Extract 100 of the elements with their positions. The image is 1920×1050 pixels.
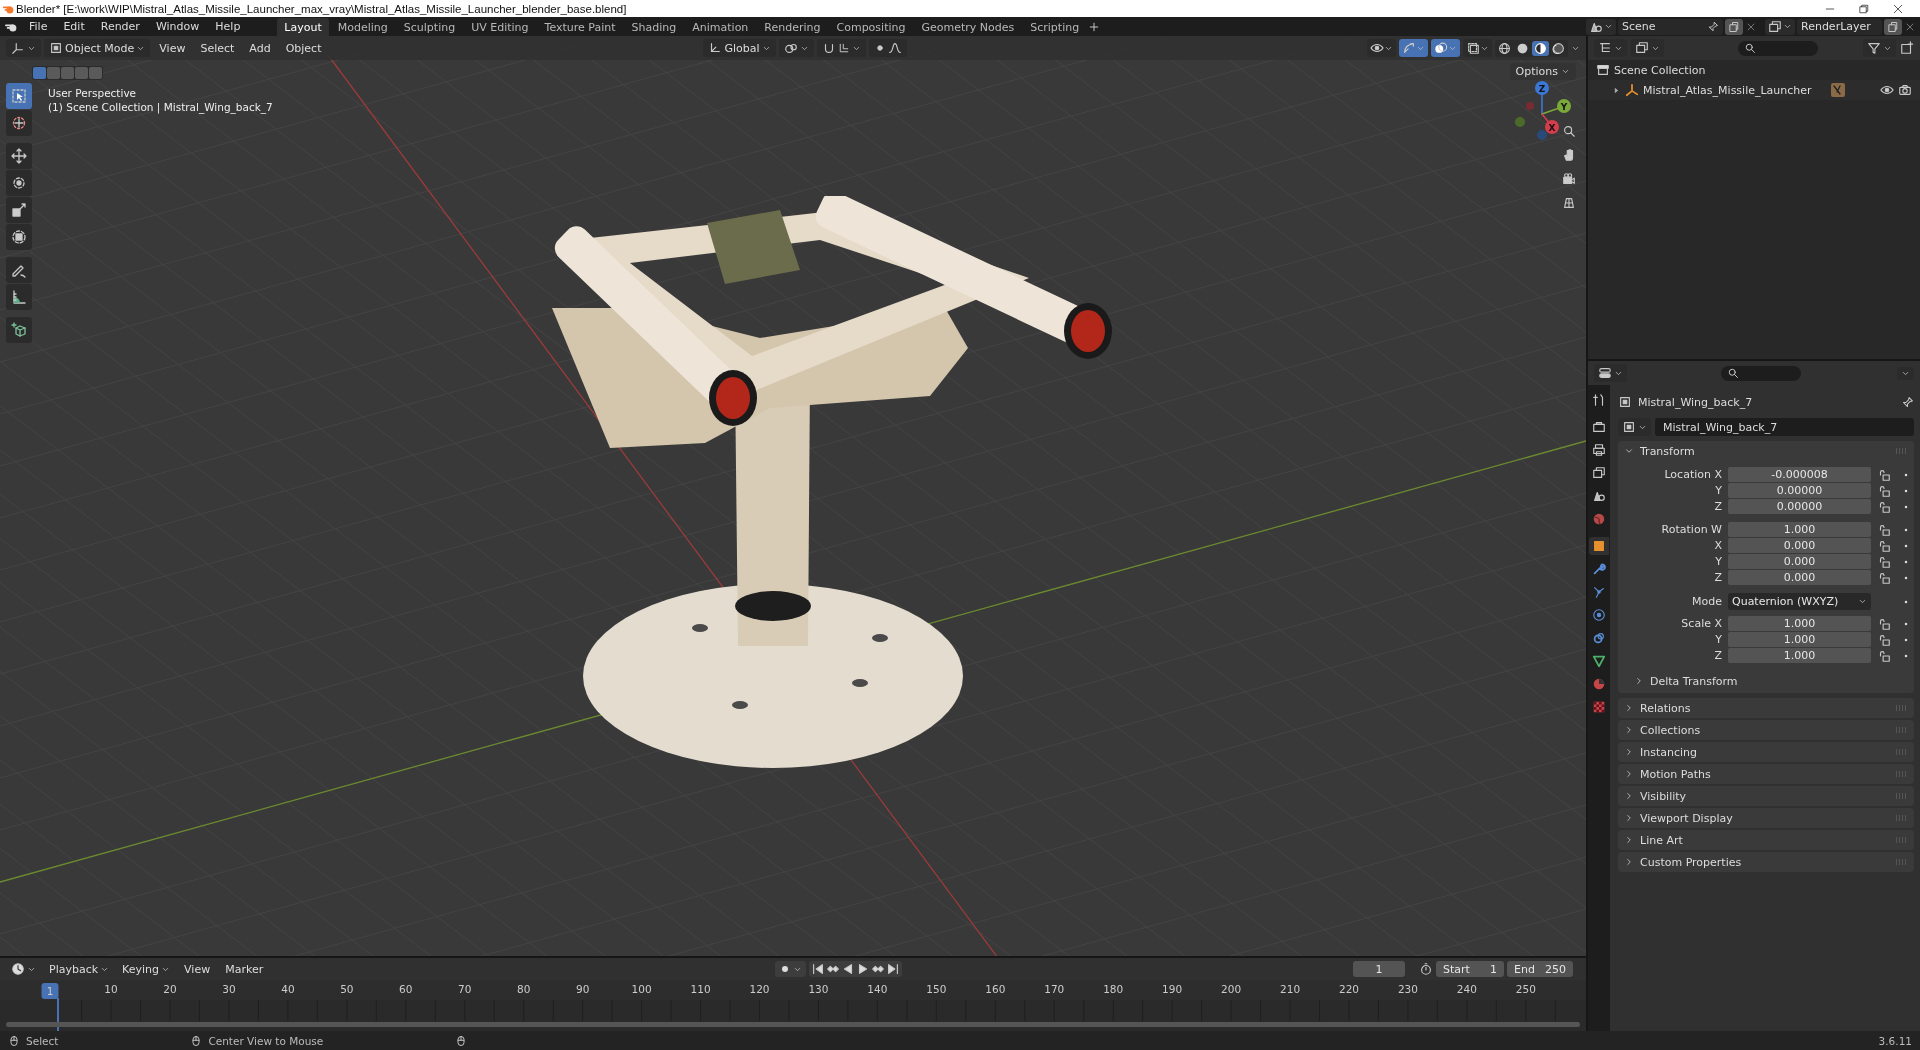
number-field[interactable]: 0.000 bbox=[1728, 554, 1871, 569]
workspace-tab[interactable]: Layout bbox=[277, 18, 329, 36]
menu-item[interactable]: View bbox=[153, 39, 192, 57]
workspace-tab[interactable]: Texture Paint bbox=[537, 18, 623, 36]
workspace-tab[interactable]: Modeling bbox=[330, 18, 395, 36]
scene-field[interactable]: Scene bbox=[1618, 18, 1723, 35]
lock-icon[interactable] bbox=[1877, 467, 1891, 482]
properties-tab[interactable] bbox=[1589, 537, 1609, 555]
number-field[interactable]: 1.000 bbox=[1728, 616, 1871, 631]
panel-header[interactable]: Custom Properties bbox=[1618, 852, 1914, 872]
panel-header[interactable]: Relations bbox=[1618, 698, 1914, 718]
pin-icon[interactable] bbox=[1901, 395, 1914, 409]
tool-button[interactable] bbox=[6, 170, 32, 196]
lock-icon[interactable] bbox=[1877, 538, 1891, 553]
record-button[interactable] bbox=[775, 961, 807, 978]
workspace-tab[interactable]: UV Editing bbox=[464, 18, 536, 36]
workspace-tab[interactable]: Scripting bbox=[1023, 18, 1087, 36]
stopwatch-icon[interactable] bbox=[1419, 962, 1433, 977]
panel-header[interactable]: Viewport Display bbox=[1618, 808, 1914, 828]
start-frame-field[interactable]: Start 1 bbox=[1436, 961, 1504, 978]
lock-icon[interactable] bbox=[1877, 499, 1891, 514]
shading-button[interactable] bbox=[1496, 40, 1513, 56]
panel-header[interactable]: Transform bbox=[1618, 441, 1914, 461]
tool-button[interactable] bbox=[6, 317, 32, 343]
mode-dropdown[interactable]: Quaternion (WXYZ) bbox=[1728, 593, 1871, 610]
close-icon[interactable] bbox=[1892, 2, 1904, 15]
menu-item[interactable]: Window bbox=[148, 19, 207, 34]
tool-button[interactable] bbox=[6, 257, 32, 283]
snap-button[interactable] bbox=[816, 39, 866, 57]
panel-header[interactable]: Visibility bbox=[1618, 786, 1914, 806]
workspace-tab[interactable]: Animation bbox=[685, 18, 756, 36]
editor-type-button[interactable] bbox=[1594, 39, 1627, 57]
menu-item[interactable]: View bbox=[178, 960, 217, 978]
menu-dropdown[interactable]: Keying bbox=[117, 960, 176, 978]
menu-item[interactable]: Object bbox=[279, 39, 328, 57]
tool-button[interactable] bbox=[6, 83, 32, 109]
end-frame-field[interactable]: End 250 bbox=[1507, 961, 1573, 978]
shading-button[interactable] bbox=[1532, 40, 1549, 56]
panel-header[interactable]: Instancing bbox=[1618, 742, 1914, 762]
lock-icon[interactable] bbox=[1877, 554, 1891, 569]
number-field[interactable]: 0.00000 bbox=[1728, 483, 1871, 498]
add-icon[interactable] bbox=[1088, 20, 1101, 33]
lock-icon[interactable] bbox=[1877, 616, 1891, 631]
tool-button[interactable] bbox=[6, 224, 32, 250]
menu-item[interactable]: Edit bbox=[56, 19, 92, 34]
panel-header[interactable]: Collections bbox=[1618, 720, 1914, 740]
menu-dropdown[interactable]: Playback bbox=[44, 960, 115, 978]
number-field[interactable]: 1.000 bbox=[1728, 648, 1871, 663]
new-scene-button[interactable] bbox=[1725, 18, 1743, 35]
display-mode-button[interactable] bbox=[1631, 39, 1664, 57]
workspace-tab[interactable]: Sculpting bbox=[396, 18, 463, 36]
new-collection-icon[interactable] bbox=[1900, 41, 1914, 55]
panel-header[interactable]: Line Art bbox=[1618, 830, 1914, 850]
number-field[interactable]: 0.000 bbox=[1728, 570, 1871, 585]
lock-icon[interactable] bbox=[1877, 570, 1891, 585]
options-button[interactable]: Options bbox=[1509, 63, 1576, 80]
mode-dropdown[interactable]: Object Mode bbox=[44, 39, 151, 57]
lock-icon[interactable] bbox=[1877, 483, 1891, 498]
view-layer-browse-button[interactable] bbox=[1765, 18, 1795, 35]
workspace-tab[interactable]: Geometry Nodes bbox=[914, 18, 1022, 36]
restore-icon[interactable] bbox=[1858, 2, 1870, 15]
gizmo-toggle[interactable] bbox=[1399, 39, 1428, 57]
scrollbar[interactable] bbox=[6, 1022, 1580, 1027]
orientation-dropdown[interactable]: Global bbox=[703, 39, 776, 57]
pivot-button[interactable] bbox=[778, 39, 814, 57]
tool-button[interactable] bbox=[6, 284, 32, 310]
visibility-toggle[interactable] bbox=[1367, 39, 1396, 57]
camera-icon[interactable] bbox=[1898, 83, 1912, 97]
expand-arrow-icon[interactable] bbox=[1612, 85, 1621, 95]
scene-browse-button[interactable] bbox=[1586, 18, 1616, 35]
proportional-button[interactable] bbox=[868, 39, 907, 57]
search-field[interactable] bbox=[1738, 40, 1818, 56]
number-field[interactable]: 1.000 bbox=[1728, 632, 1871, 647]
menu-item[interactable]: Render bbox=[93, 19, 147, 34]
workspace-tab[interactable]: Rendering bbox=[757, 18, 828, 36]
jump-start-icon[interactable] bbox=[811, 962, 826, 977]
subpanel-header[interactable]: Delta Transform bbox=[1618, 671, 1914, 691]
object-browse-button[interactable] bbox=[1618, 418, 1651, 436]
editor-type-button[interactable] bbox=[6, 39, 41, 57]
tool-button[interactable] bbox=[6, 143, 32, 169]
navigation-gizmo[interactable]: Z Y X bbox=[1512, 80, 1572, 142]
outliner-row[interactable]: Scene Collection bbox=[1588, 60, 1920, 80]
lock-icon[interactable] bbox=[1877, 632, 1891, 647]
menu-item[interactable]: Select bbox=[194, 39, 241, 57]
new-view-layer-button[interactable] bbox=[1884, 18, 1902, 35]
lock-icon[interactable] bbox=[1877, 522, 1891, 537]
eye-icon[interactable] bbox=[1880, 83, 1894, 97]
shading-button[interactable] bbox=[1550, 40, 1567, 56]
menu-item[interactable]: Help bbox=[208, 19, 248, 34]
overlays-toggle[interactable] bbox=[1431, 39, 1460, 57]
number-field[interactable]: 1.000 bbox=[1728, 522, 1871, 537]
lock-icon[interactable] bbox=[1877, 648, 1891, 663]
outliner-row[interactable]: Mistral_Atlas_Missile_Launcher bbox=[1588, 80, 1920, 100]
jump-end-icon[interactable] bbox=[886, 962, 901, 977]
xray-toggle[interactable] bbox=[1463, 39, 1492, 57]
tool-button[interactable] bbox=[6, 110, 32, 136]
menu-item[interactable]: Marker bbox=[219, 960, 270, 978]
number-field[interactable]: 0.00000 bbox=[1728, 499, 1871, 514]
workspace-tab[interactable]: Compositing bbox=[829, 18, 913, 36]
search-field[interactable] bbox=[1721, 365, 1801, 381]
